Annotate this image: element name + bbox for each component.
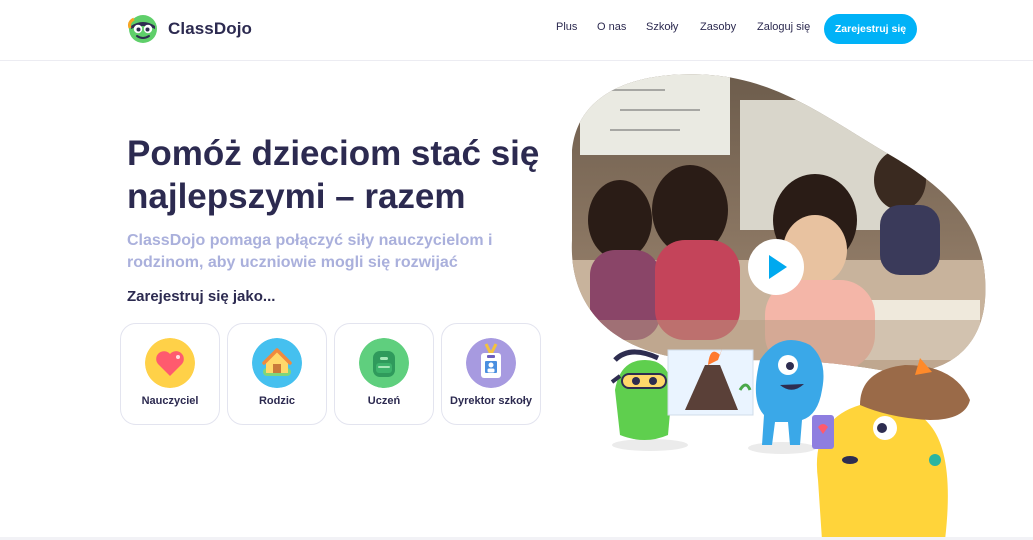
role-card-teacher[interactable]: Nauczyciel <box>120 323 220 425</box>
hero-title-line2: najlepszymi – razem <box>127 177 466 216</box>
hero-title-line1: Pomóż dzieciom stać się <box>127 134 540 173</box>
role-card-parent[interactable]: Rodzic <box>227 323 327 425</box>
role-label-principal: Dyrektor szkoły <box>450 395 532 407</box>
signup-button[interactable]: Zarejestruj się <box>824 14 917 44</box>
role-card-principal[interactable]: Dyrektor szkoły <box>441 323 541 425</box>
nav-schools[interactable]: Szkoły <box>646 21 678 33</box>
nav-resources[interactable]: Zasoby <box>700 21 736 33</box>
site-header: ClassDojo Plus O nas Szkoły Zasoby Zalog… <box>0 0 1033 61</box>
hero-subtitle-line1: ClassDojo pomaga połączyć siły nauczycie… <box>127 232 493 249</box>
role-label-teacher: Nauczyciel <box>141 395 199 407</box>
nav-plus[interactable]: Plus <box>556 21 577 33</box>
hero-subtitle: ClassDojo pomaga połączyć siły nauczycie… <box>127 230 527 274</box>
role-card-student[interactable]: Uczeń <box>334 323 434 425</box>
hero-title: Pomóż dzieciom stać się najlepszymi – ra… <box>127 132 567 218</box>
logo-text: ClassDojo <box>168 19 253 38</box>
volcano-poster-illustration <box>667 348 754 416</box>
classdojo-logo-icon <box>128 15 157 43</box>
backpack-icon <box>359 338 409 388</box>
register-as-heading: Zarejestruj się jako... <box>127 288 276 305</box>
house-icon <box>252 338 302 388</box>
nav-login[interactable]: Zaloguj się <box>757 21 810 33</box>
role-label-student: Uczeń <box>367 395 401 407</box>
role-label-parent: Rodzic <box>258 395 296 407</box>
logo[interactable]: ClassDojo <box>128 14 252 44</box>
nav-about[interactable]: O nas <box>597 21 626 33</box>
hero-subtitle-line2: rodzinom, aby uczniowie mogli się rozwij… <box>127 254 458 271</box>
id-badge-icon <box>466 338 516 388</box>
classroom-video[interactable] <box>560 60 1010 390</box>
hero-illustration <box>560 60 1010 540</box>
heart-icon <box>145 338 195 388</box>
yellow-monster-illustration <box>812 358 970 540</box>
play-button[interactable] <box>748 239 804 295</box>
